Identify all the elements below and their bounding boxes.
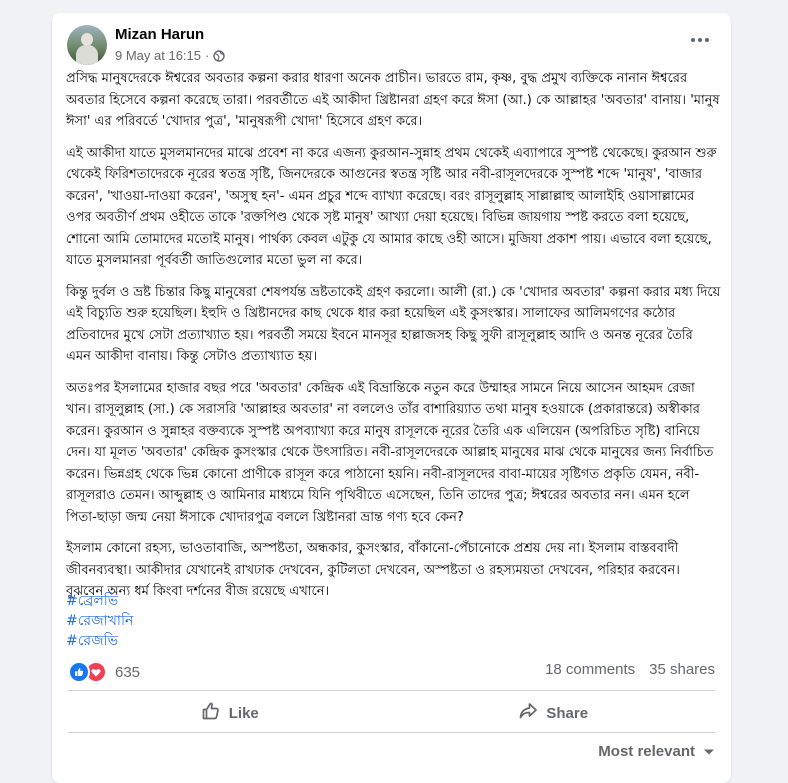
like-button[interactable]: Like	[68, 696, 392, 730]
share-icon	[518, 701, 538, 725]
reactions-summary[interactable]: 635	[68, 661, 140, 683]
post-text: প্রসিদ্ধ মানুষদেরকে ঈশ্বরের অবতার কল্পনা…	[66, 68, 721, 613]
post-paragraph: ইসলাম কোনো রহস্য, ভাওতাবাজি, অস্পষ্টতা, …	[66, 541, 680, 599]
comments-count[interactable]: 18 comments	[545, 661, 635, 678]
post-paragraph: কিন্তু দুর্বল ও ভ্রষ্ট চিন্তার কিছু মানু…	[66, 284, 721, 365]
hashtag-list: #ব্রেলভি #রেজাখানি #রেজভি	[66, 591, 133, 651]
post-paragraph: এই আকীদা যাতে মুসলমানদের মাঝে প্রবেশ না …	[66, 145, 717, 269]
reaction-count: 635	[115, 663, 141, 681]
globe-icon[interactable]	[213, 49, 226, 62]
divider	[68, 732, 715, 733]
hashtag-link[interactable]: #ব্রেলভি	[66, 591, 133, 611]
shares-count[interactable]: 35 shares	[649, 661, 715, 678]
hashtag-link[interactable]: #রেজাখানি	[66, 611, 133, 631]
share-button[interactable]: Share	[392, 696, 716, 730]
post-stats: 635 18 comments 35 shares	[68, 660, 715, 683]
post-paragraph: প্রসিদ্ধ মানুষদেরকে ঈশ্বরের অবতার কল্পনা…	[66, 71, 720, 129]
author-name[interactable]: Mizan Harun	[115, 26, 204, 43]
more-options-icon[interactable]	[686, 29, 714, 51]
like-icon	[68, 661, 90, 683]
comments-sort-dropdown[interactable]: Most relevant	[598, 743, 715, 760]
sort-label: Most relevant	[598, 743, 695, 760]
action-bar: Like Share	[68, 696, 715, 730]
post-timestamp[interactable]: 9 May at 16:15	[115, 48, 201, 63]
avatar[interactable]	[67, 25, 107, 65]
post-meta: 9 May at 16:15 ·	[115, 48, 226, 63]
caret-down-icon	[703, 743, 715, 760]
post-card: Mizan Harun 9 May at 16:15 · প্রসিদ্ধ মা…	[52, 13, 731, 783]
share-label: Share	[546, 704, 589, 722]
thumbs-up-icon	[201, 701, 221, 725]
divider	[68, 690, 715, 691]
post-paragraph: অতঃপর ইসলামের হাজার বছর পরে 'অবতার' কেন্…	[66, 380, 714, 525]
meta-separator: ·	[205, 48, 210, 63]
post-header: Mizan Harun 9 May at 16:15 ·	[67, 25, 716, 69]
hashtag-link[interactable]: #রেজভি	[66, 631, 133, 651]
like-label: Like	[228, 704, 259, 722]
